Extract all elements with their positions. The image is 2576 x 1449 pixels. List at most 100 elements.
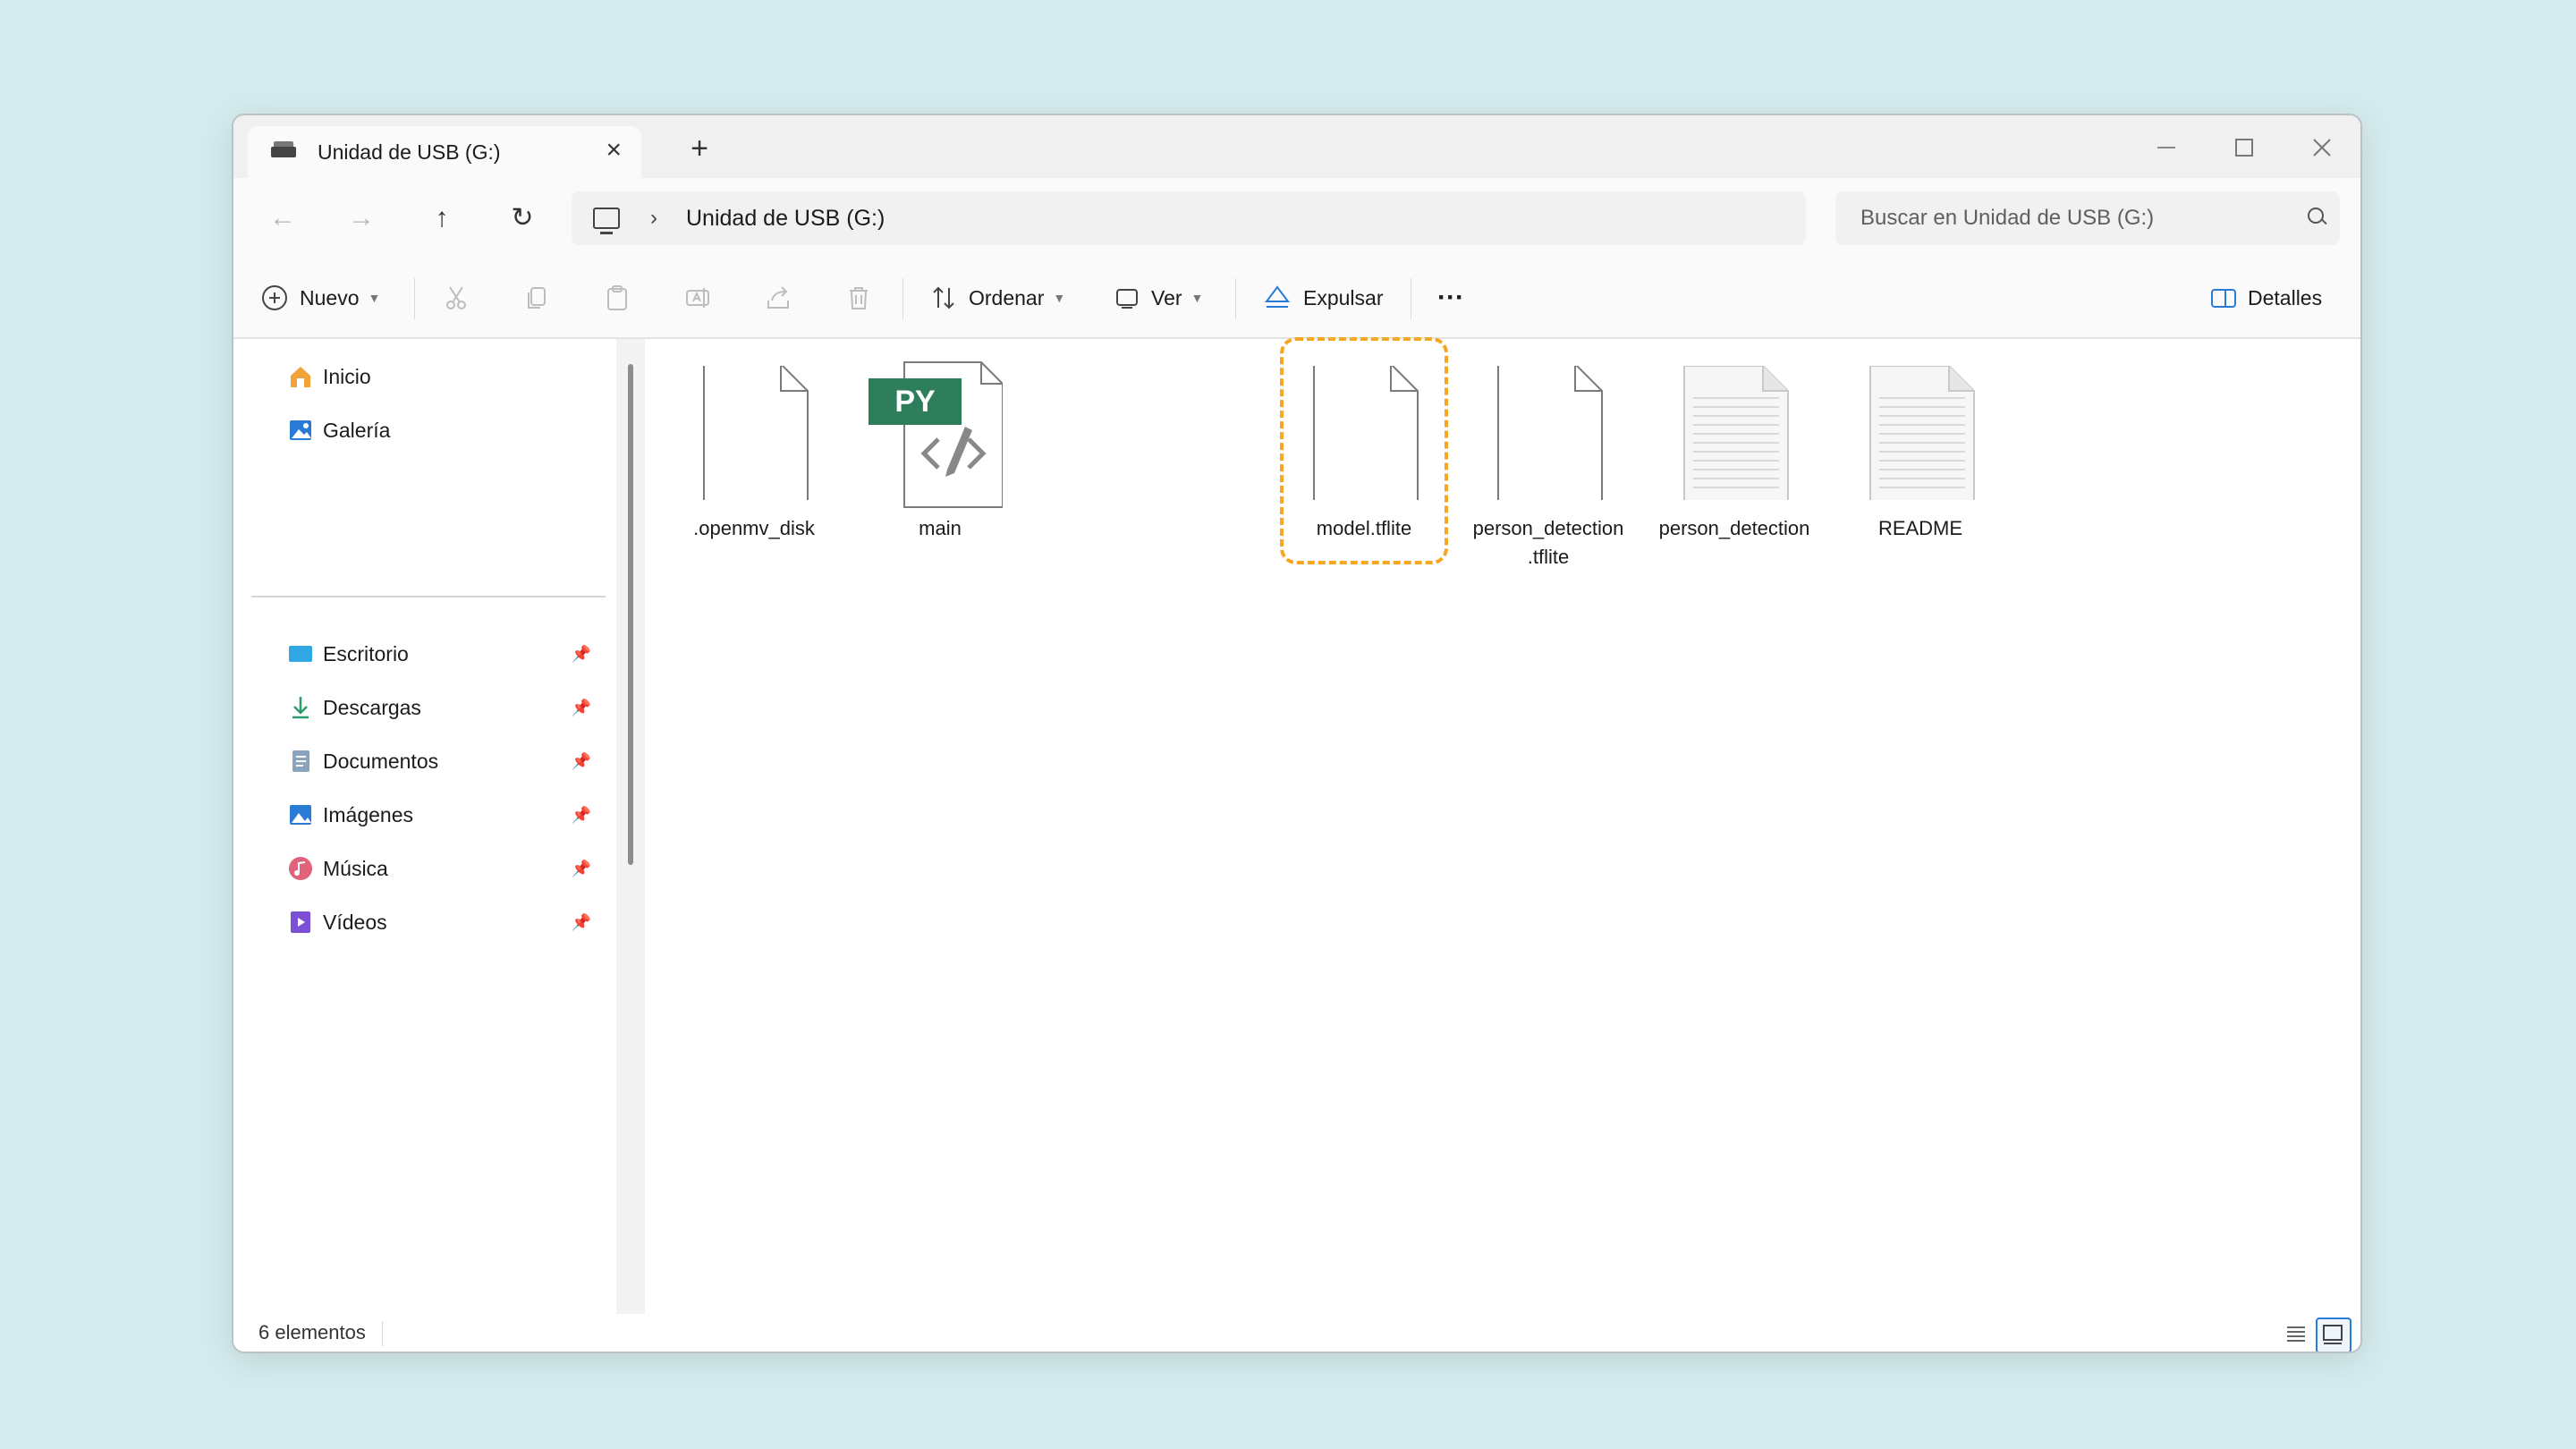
- blank-file-icon: [1313, 366, 1419, 500]
- toolbar-divider: [902, 278, 903, 319]
- chevron-down-icon: ▼: [1191, 291, 1204, 305]
- eject-button[interactable]: Expulsar: [1262, 275, 1383, 320]
- add-circle-icon: [262, 285, 287, 310]
- new-tab-button[interactable]: +: [677, 126, 722, 171]
- sort-icon: [933, 286, 954, 309]
- large-icons-view-icon: [2323, 1325, 2343, 1344]
- share-icon: [767, 286, 789, 309]
- sidebar-item-downloads[interactable]: Descargas 📌: [287, 688, 591, 727]
- sidebar-item-videos[interactable]: Vídeos 📌: [287, 902, 591, 942]
- tab-close-icon[interactable]: ×: [606, 135, 622, 165]
- details-pane-button[interactable]: Detalles: [2208, 275, 2322, 320]
- view-label: Ver: [1151, 285, 1182, 309]
- sidebar-item-gallery[interactable]: Galería: [287, 411, 591, 450]
- blank-file-icon: [1497, 366, 1603, 500]
- toolbar-divider: [1235, 278, 1236, 319]
- back-button[interactable]: ←: [260, 196, 305, 241]
- breadcrumb-separator[interactable]: ›: [650, 206, 657, 231]
- view-icon: [1116, 289, 1138, 309]
- address-bar[interactable]: › Unidad de USB (G:): [572, 191, 1806, 245]
- file-name: main: [919, 517, 962, 539]
- desktop-icon: [289, 646, 312, 662]
- sort-label: Ordenar: [969, 285, 1045, 309]
- scrollbar-thumb[interactable]: [628, 364, 633, 865]
- copy-button[interactable]: [521, 275, 552, 320]
- this-pc-icon[interactable]: [593, 208, 620, 234]
- share-button[interactable]: [763, 275, 793, 320]
- navigation-bar: ← → ↑ ↻ › Unidad de USB (G:) Buscar en U…: [233, 178, 2360, 259]
- breadcrumb[interactable]: Unidad de USB (G:): [686, 206, 885, 232]
- file-item[interactable]: person_detection: [1652, 339, 1817, 563]
- sidebar-item-label: Descargas: [323, 695, 421, 719]
- text-file-icon: [1683, 366, 1789, 500]
- sidebar-item-documents[interactable]: Documentos 📌: [287, 741, 591, 781]
- pin-icon[interactable]: 📌: [572, 913, 591, 932]
- maximize-button[interactable]: [2217, 128, 2271, 164]
- pin-icon[interactable]: 📌: [572, 699, 591, 717]
- sidebar-item-label: Vídeos: [323, 910, 387, 934]
- pin-icon[interactable]: 📌: [572, 752, 591, 771]
- file-name: model.tflite: [1316, 517, 1412, 539]
- file-item-highlighted[interactable]: model.tflite: [1280, 337, 1448, 564]
- paste-button[interactable]: [602, 275, 632, 320]
- file-item[interactable]: person_detection .tflite: [1466, 339, 1631, 568]
- sidebar-item-label: Música: [323, 856, 388, 880]
- new-button[interactable]: Nuevo ▼: [262, 275, 380, 320]
- cut-icon: [446, 286, 466, 309]
- pin-icon[interactable]: 📌: [572, 645, 591, 664]
- sidebar-scrollbar[interactable]: [616, 339, 645, 1314]
- file-item[interactable]: PY main: [858, 339, 1022, 563]
- delete-button[interactable]: [843, 275, 874, 320]
- sidebar-item-label: Inicio: [323, 364, 371, 388]
- sidebar-item-home[interactable]: Inicio: [287, 357, 591, 396]
- view-button[interactable]: Ver ▼: [1112, 275, 1203, 320]
- rename-button[interactable]: [682, 275, 713, 320]
- sort-button[interactable]: Ordenar ▼: [929, 275, 1065, 320]
- command-bar: Nuevo ▼ Ordenar ▼ Ver ▼ Expulsar ··· Det…: [233, 258, 2360, 339]
- tab-usb-drive[interactable]: Unidad de USB (G:) ×: [248, 126, 641, 178]
- details-view-icon[interactable]: [2282, 1319, 2310, 1348]
- status-bar: 6 elementos: [233, 1314, 2360, 1352]
- more-options-button[interactable]: ···: [1437, 275, 1464, 320]
- up-button[interactable]: ↑: [419, 196, 464, 241]
- sidebar-item-music[interactable]: Música 📌: [287, 849, 591, 888]
- file-name: README: [1877, 517, 1963, 539]
- blank-file-icon: [703, 366, 809, 500]
- file-name: .openmv_disk: [693, 517, 815, 539]
- search-input[interactable]: Buscar en Unidad de USB (G:): [1835, 191, 2340, 245]
- download-icon: [292, 697, 309, 719]
- new-label: Nuevo: [300, 285, 360, 309]
- usb-drive-icon: [271, 141, 296, 157]
- rename-icon: [686, 288, 709, 308]
- file-name: person_detection: [1658, 517, 1810, 539]
- sidebar-item-desktop[interactable]: Escritorio 📌: [287, 634, 591, 674]
- close-window-button[interactable]: [2295, 128, 2349, 164]
- sidebar-item-label: Escritorio: [323, 641, 409, 665]
- search-placeholder: Buscar en Unidad de USB (G:): [1860, 206, 2155, 230]
- cut-button[interactable]: [441, 275, 471, 320]
- gallery-icon: [290, 420, 311, 440]
- file-list: .openmv_disk PY main model.tflite person…: [645, 337, 2359, 1314]
- pin-icon[interactable]: 📌: [572, 860, 591, 878]
- tab-title: Unidad de USB (G:): [318, 140, 501, 164]
- home-icon: [291, 367, 310, 387]
- sidebar-item-pictures[interactable]: Imágenes 📌: [287, 795, 591, 835]
- minimize-button[interactable]: [2140, 128, 2193, 164]
- minimize-icon: [2157, 147, 2175, 149]
- pictures-icon: [290, 805, 311, 825]
- eject-icon: [1265, 285, 1290, 308]
- pin-icon[interactable]: 📌: [572, 806, 591, 825]
- chevron-down-icon: ▼: [368, 291, 381, 305]
- forward-button[interactable]: →: [339, 196, 384, 241]
- details-pane-icon: [2211, 289, 2236, 308]
- file-explorer-window: Unidad de USB (G:) × + ← → ↑ ↻ › Unidad …: [232, 114, 2362, 1353]
- copy-icon: [528, 287, 546, 309]
- large-icons-view-button[interactable]: [2316, 1318, 2351, 1352]
- file-item[interactable]: README: [1838, 339, 2003, 563]
- toolbar-divider: [414, 278, 415, 319]
- refresh-button[interactable]: ↻: [500, 196, 545, 241]
- eject-label: Expulsar: [1303, 285, 1384, 309]
- file-item[interactable]: .openmv_disk: [672, 339, 836, 563]
- music-icon: [289, 857, 312, 880]
- close-icon: [2313, 139, 2331, 157]
